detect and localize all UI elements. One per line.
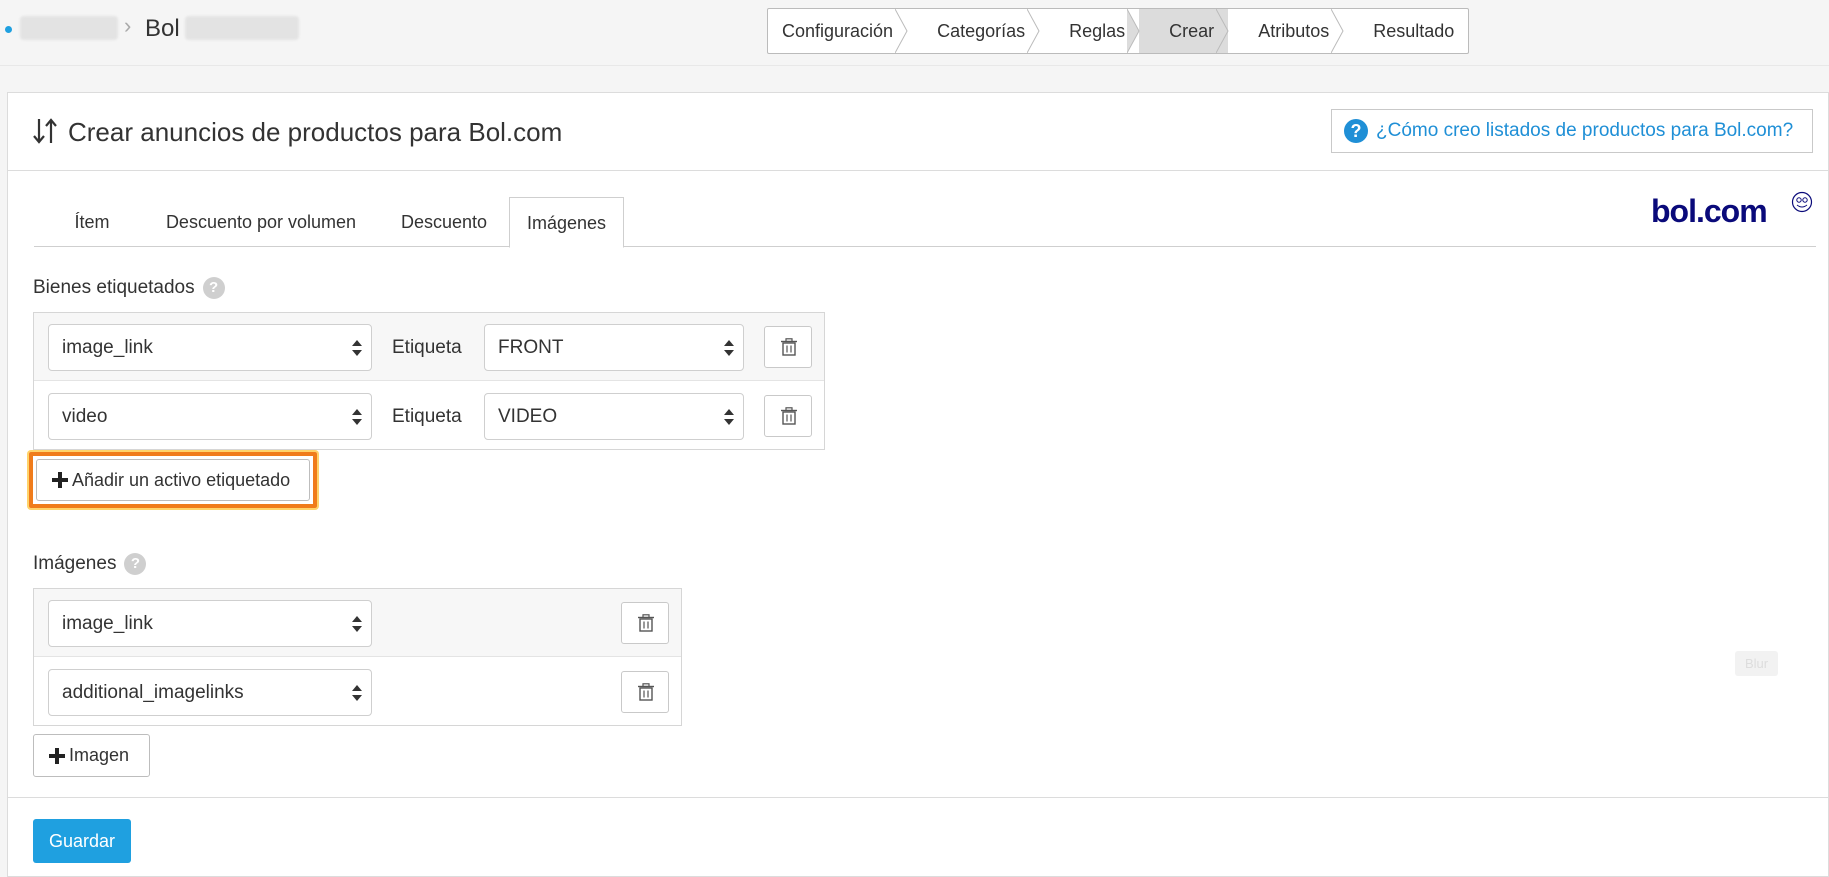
breadcrumb-chevron-icon: ›	[124, 13, 132, 38]
select-caret-icon	[724, 409, 734, 425]
blur-tag: Blur	[1735, 651, 1778, 676]
breadcrumb-dot-icon	[5, 26, 12, 33]
table-row: image_link	[34, 589, 681, 657]
tagged-assets-label: Bienes etiquetados ?	[33, 277, 225, 299]
top-bar: › Bol Configuración Categorías Reglas Cr…	[0, 0, 1829, 66]
step-chevron-icon	[1027, 9, 1040, 53]
tag-select[interactable]: FRONT	[484, 324, 744, 371]
table-row: image_link Etiqueta FRONT	[34, 313, 824, 381]
footer-divider	[7, 797, 1829, 798]
image-field-select[interactable]: additional_imagelinks	[48, 669, 372, 716]
select-caret-icon	[352, 616, 362, 632]
breadcrumb-blurred-item	[20, 16, 118, 40]
wizard-steps: Configuración Categorías Reglas Crear At…	[767, 8, 1470, 54]
image-field-select[interactable]: image_link	[48, 600, 372, 647]
wizard-step-categorias[interactable]: Categorías	[907, 9, 1040, 53]
delete-button[interactable]	[764, 395, 812, 437]
page-title: Crear anuncios de productos para Bol.com	[68, 117, 563, 147]
images-table: image_link additional_imagelinks	[33, 588, 682, 726]
help-link-text[interactable]: ¿Cómo creo listados de productos para Bo…	[1376, 120, 1793, 142]
wizard-step-resultado[interactable]: Resultado	[1343, 9, 1468, 53]
table-row: additional_imagelinks	[34, 658, 681, 726]
select-caret-icon	[352, 340, 362, 356]
panel-header: Crear anuncios de productos para Bol.com…	[8, 93, 1828, 171]
wizard-step-configuracion[interactable]: Configuración	[768, 9, 908, 53]
tagged-assets-table: image_link Etiqueta FRONT video Etiqueta…	[33, 312, 825, 450]
save-button[interactable]: Guardar	[33, 819, 131, 863]
help-hint-icon[interactable]: ?	[202, 277, 225, 299]
trash-icon	[638, 683, 654, 701]
help-link[interactable]: ? ¿Cómo creo listados de productos para …	[1331, 109, 1813, 153]
add-image-button[interactable]: Imagen	[33, 734, 150, 777]
tab-bar: Ítem Descuento por volumen Descuento Imá…	[34, 197, 1816, 248]
wizard-step-crear[interactable]: Crear	[1139, 9, 1229, 53]
bol-logo: bol.com	[1651, 193, 1768, 229]
select-caret-icon	[352, 685, 362, 701]
tab-images[interactable]: Imágenes	[509, 197, 624, 248]
trash-icon	[781, 407, 797, 425]
select-caret-icon	[352, 409, 362, 425]
step-chevron-icon	[1331, 9, 1344, 53]
tab-volume-discount[interactable]: Descuento por volumen	[157, 197, 365, 247]
tag-label: Etiqueta	[392, 406, 462, 427]
bol-smile-icon	[1791, 191, 1813, 213]
delete-button[interactable]	[621, 671, 669, 713]
tag-select[interactable]: VIDEO	[484, 393, 744, 440]
delete-button[interactable]	[621, 602, 669, 644]
add-tagged-asset-button[interactable]: Añadir un activo etiquetado	[36, 459, 310, 501]
step-chevron-icon	[1216, 9, 1229, 53]
sort-arrows-icon	[33, 118, 57, 144]
wizard-step-reglas[interactable]: Reglas	[1039, 9, 1140, 53]
trash-icon	[638, 614, 654, 632]
table-row: video Etiqueta VIDEO	[34, 382, 824, 450]
tab-item[interactable]: Ítem	[62, 197, 122, 247]
tab-discount[interactable]: Descuento	[384, 197, 504, 247]
delete-button[interactable]	[764, 326, 812, 368]
help-hint-icon[interactable]: ?	[124, 553, 147, 575]
wizard-step-atributos[interactable]: Atributos	[1228, 9, 1344, 53]
breadcrumb-current[interactable]: Bol	[145, 15, 180, 43]
breadcrumb-blurred-suffix	[185, 16, 299, 40]
plus-icon	[49, 747, 65, 764]
step-chevron-icon	[1127, 9, 1140, 53]
trash-icon	[781, 338, 797, 356]
step-chevron-icon	[895, 9, 908, 53]
question-circle-icon: ?	[1344, 119, 1368, 143]
asset-field-select[interactable]: image_link	[48, 324, 372, 371]
plus-icon	[52, 472, 68, 488]
asset-field-select[interactable]: video	[48, 393, 372, 440]
select-caret-icon	[724, 340, 734, 356]
images-label: Imágenes ?	[33, 553, 147, 575]
tag-label: Etiqueta	[392, 337, 462, 358]
